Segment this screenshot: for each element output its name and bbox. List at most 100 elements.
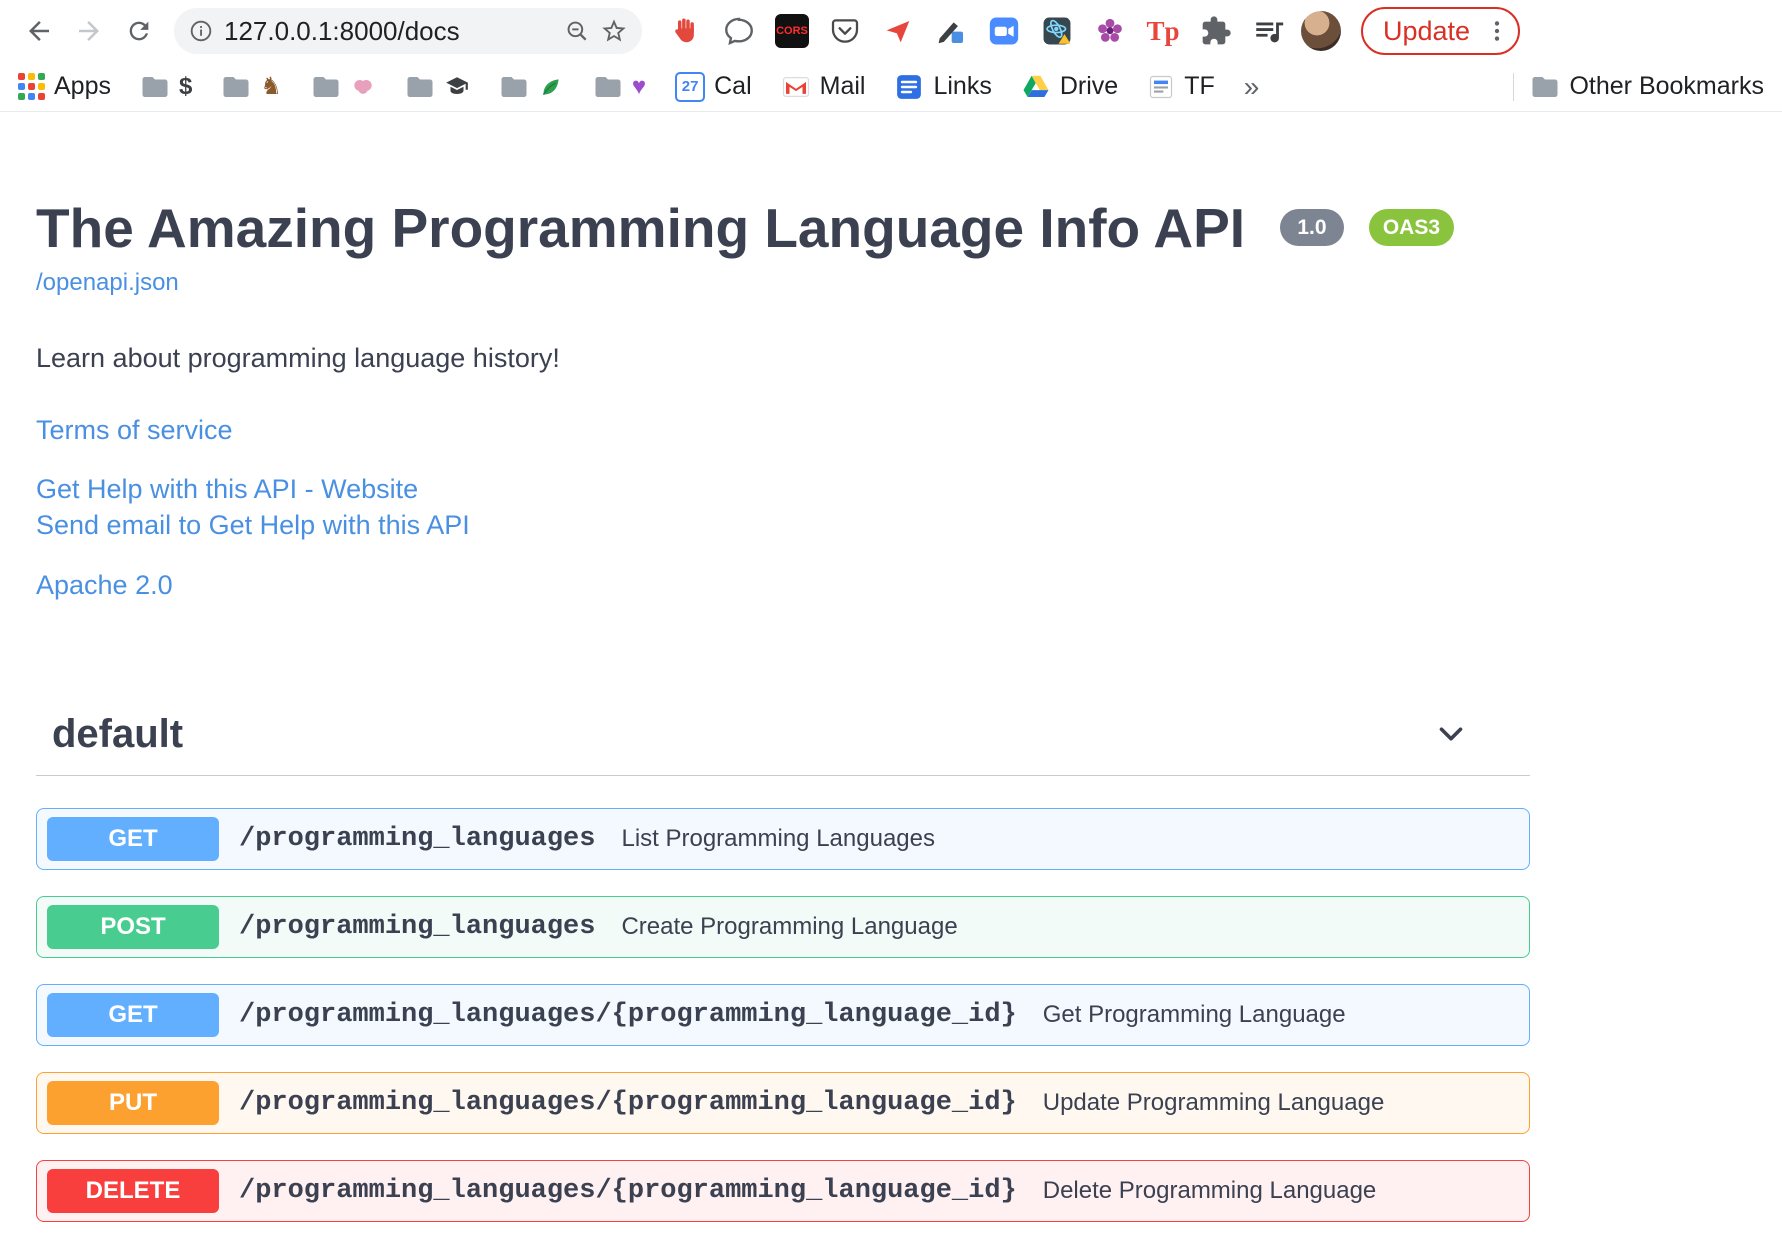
section-collapse-button[interactable]: [1432, 715, 1470, 753]
chat-extension[interactable]: [719, 11, 759, 51]
flower-extension[interactable]: [1090, 11, 1130, 51]
reload-icon: [129, 21, 149, 41]
forward-button[interactable]: [66, 8, 112, 54]
pocket-icon: [831, 19, 859, 43]
bookmark-mail[interactable]: Mail: [781, 72, 865, 102]
herb-icon: [542, 78, 559, 95]
bookmarks-bar: Apps $ ♞ ♥ 27 Cal Mail Links Drive TF » …: [0, 62, 1782, 112]
section-header-default[interactable]: default: [36, 700, 1530, 776]
folder-icon: [1532, 76, 1558, 97]
music-queue-icon: [1256, 22, 1284, 43]
cors-icon: CORS: [775, 14, 809, 48]
folder-icon: [407, 76, 433, 97]
music-queue-extension[interactable]: [1249, 11, 1289, 51]
bookmark-folder-graduation[interactable]: [405, 72, 470, 102]
http-method-badge: PUT: [47, 1080, 219, 1125]
color-picker-extension[interactable]: [931, 11, 971, 51]
help-email-link[interactable]: Send email to Get Help with this API: [36, 507, 1530, 543]
endpoint-path: /programming_languages/{programming_lang…: [239, 1087, 1017, 1118]
bookmark-folder-herb[interactable]: [499, 72, 564, 102]
http-method-badge: GET: [47, 816, 219, 861]
bookmark-folder-heart[interactable]: ♥: [593, 72, 646, 102]
endpoint-row[interactable]: POST /programming_languages Create Progr…: [36, 895, 1530, 958]
graduation-cap-icon: [446, 76, 468, 94]
kebab-menu-icon[interactable]: [1484, 18, 1510, 44]
red-arrow-icon: [886, 21, 910, 43]
apps-shortcut[interactable]: Apps: [18, 72, 111, 101]
help-website-link[interactable]: Get Help with this API - Website: [36, 471, 1530, 507]
links-label: Links: [933, 72, 992, 100]
api-title-text: The Amazing Programming Language Info AP…: [36, 197, 1246, 259]
endpoint-summary: Create Programming Language: [621, 912, 958, 940]
stop-hand-icon: [675, 18, 694, 43]
arrow-extension[interactable]: [878, 11, 918, 51]
profile-avatar[interactable]: [1301, 11, 1341, 51]
bookmark-folder-horse[interactable]: ♞: [221, 72, 282, 102]
forward-arrow-icon: [79, 21, 99, 41]
atom-warning-icon: [1043, 17, 1071, 45]
zoom-out-icon[interactable]: [564, 18, 590, 44]
bookmark-star-icon[interactable]: [600, 17, 628, 45]
video-call-extension[interactable]: [984, 11, 1024, 51]
tf-favicon: [1150, 75, 1173, 98]
endpoint-row[interactable]: GET /programming_languages/{programming_…: [36, 983, 1530, 1046]
chat-bubble-icon: [725, 17, 753, 46]
puzzle-extension[interactable]: [1196, 11, 1236, 51]
pocket-extension[interactable]: [825, 11, 865, 51]
drive-icon: [1023, 75, 1049, 97]
api-description: Learn about programming language history…: [36, 343, 560, 374]
stop-hand-extension[interactable]: [666, 11, 706, 51]
folder-icon: [595, 76, 621, 97]
version-badge: 1.0: [1280, 209, 1344, 247]
reload-button[interactable]: [116, 8, 162, 54]
endpoint-path: /programming_languages/{programming_lang…: [239, 1175, 1017, 1206]
browser-toolbar: 127.0.0.1:8000/docs CORS Tp Update: [0, 0, 1782, 62]
openapi-json-link[interactable]: /openapi.json: [36, 269, 179, 297]
endpoint-row[interactable]: GET /programming_languages List Programm…: [36, 807, 1530, 870]
endpoint-path: /programming_languages: [239, 823, 596, 854]
bookmark-tf[interactable]: TF: [1147, 72, 1215, 101]
extensions-area: CORS Tp: [666, 11, 1289, 51]
endpoint-row[interactable]: PUT /programming_languages/{programming_…: [36, 1071, 1530, 1134]
section-title: default: [52, 711, 184, 756]
update-label: Update: [1383, 15, 1471, 46]
update-button[interactable]: Update: [1361, 7, 1521, 55]
drive-label: Drive: [1059, 72, 1119, 100]
bookmark-links[interactable]: Links: [894, 72, 992, 102]
address-bar[interactable]: 127.0.0.1:8000/docs: [174, 8, 642, 54]
textexpander-extension[interactable]: Tp: [1143, 11, 1183, 51]
bookmark-calendar[interactable]: 27 Cal: [675, 71, 752, 102]
endpoint-row[interactable]: DELETE /programming_languages/{programmi…: [36, 1159, 1530, 1222]
atom-extension[interactable]: [1037, 11, 1077, 51]
license-link[interactable]: Apache 2.0: [36, 567, 1530, 603]
page-title: The Amazing Programming Language Info AP…: [36, 198, 1530, 259]
folder-icon: [501, 76, 527, 97]
bookmark-folder-brain[interactable]: [311, 72, 376, 102]
chevron-down-icon: [1439, 727, 1463, 741]
bookmarks-overflow-chevron[interactable]: »: [1244, 71, 1260, 103]
bookmark-folder-dollar[interactable]: $: [140, 72, 192, 102]
page-info-icon[interactable]: [188, 18, 214, 44]
url-text[interactable]: 127.0.0.1:8000/docs: [224, 16, 554, 47]
calendar-icon: 27: [675, 71, 706, 102]
cors-extension[interactable]: CORS: [772, 11, 812, 51]
bookmarks-divider: [1513, 72, 1515, 101]
horse-icon: ♞: [260, 72, 282, 100]
purple-heart-icon: ♥: [631, 72, 647, 100]
http-method-badge: DELETE: [47, 1168, 219, 1213]
back-button[interactable]: [16, 8, 62, 54]
color-picker-icon: [938, 22, 963, 44]
brain-icon: [354, 79, 372, 94]
apps-label: Apps: [54, 72, 111, 100]
calendar-label: Cal: [714, 72, 752, 100]
endpoint-path: /programming_languages: [239, 911, 596, 942]
dollar-icon: $: [178, 72, 193, 100]
back-arrow-icon: [29, 21, 49, 41]
api-info-links: Terms of service Get Help with this API …: [36, 412, 1530, 604]
other-bookmarks[interactable]: Other Bookmarks: [1530, 72, 1764, 102]
endpoint-list: GET /programming_languages List Programm…: [36, 807, 1530, 1222]
bookmark-drive[interactable]: Drive: [1021, 72, 1118, 102]
folder-icon: [142, 76, 168, 97]
oas-badge: OAS3: [1368, 209, 1455, 247]
terms-of-service-link[interactable]: Terms of service: [36, 412, 1530, 448]
